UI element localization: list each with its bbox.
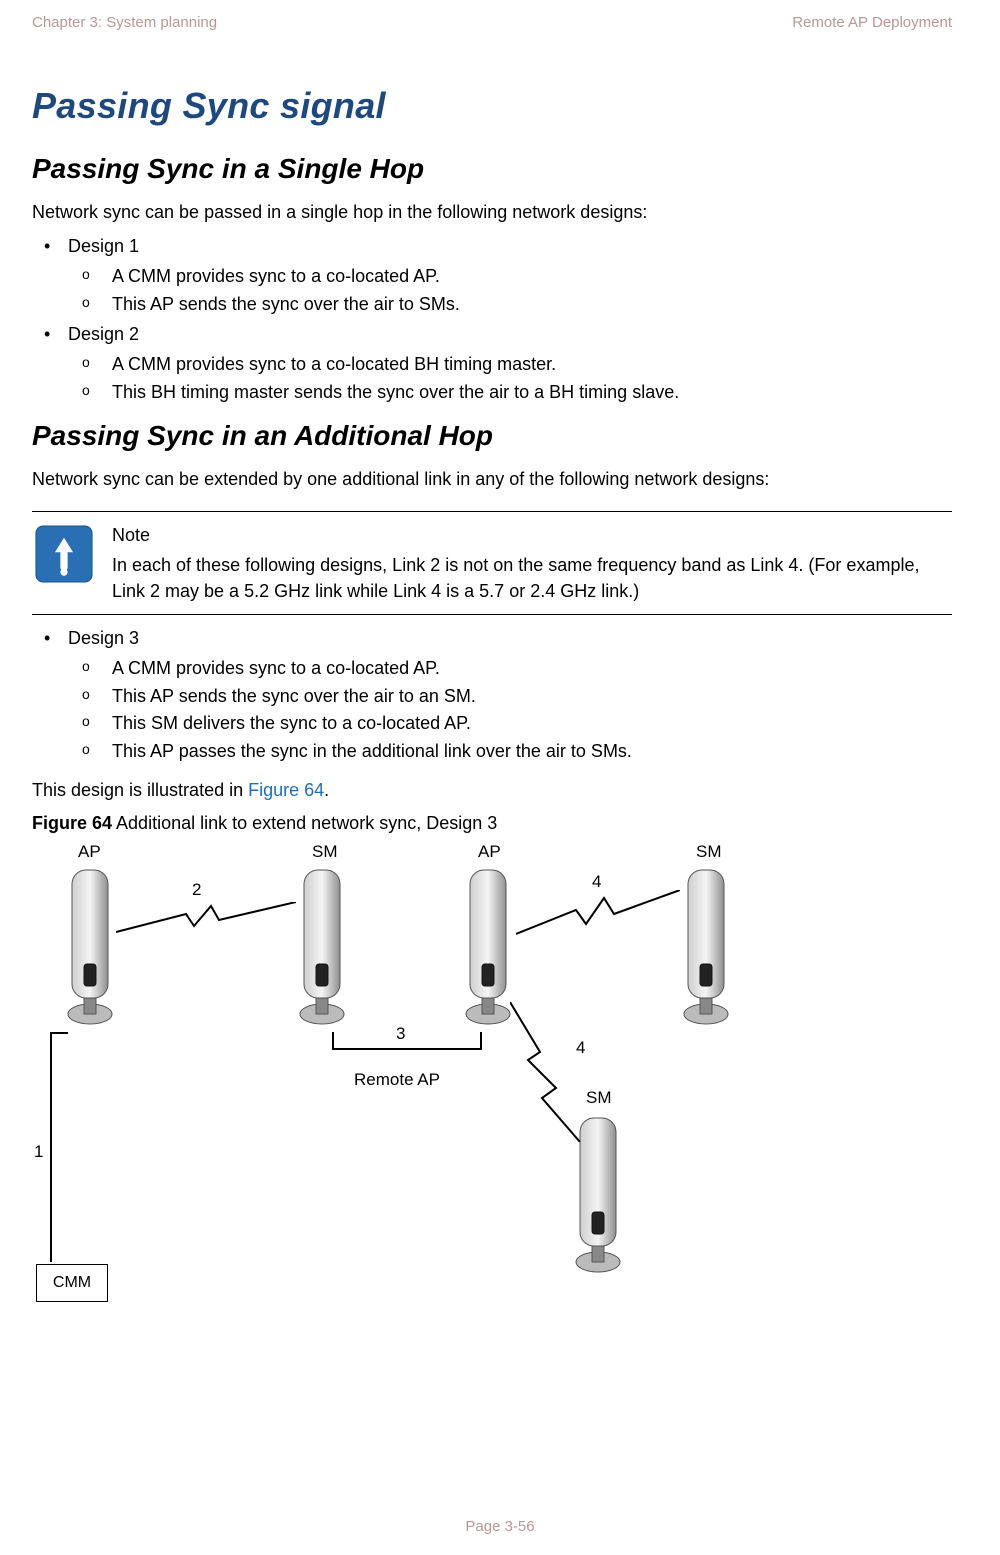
diagram-label-remote: Remote AP bbox=[354, 1070, 440, 1090]
link1-number: 1 bbox=[34, 1142, 43, 1162]
device-sm1-icon bbox=[296, 864, 348, 1034]
link1-stub bbox=[50, 1032, 68, 1034]
section1-heading: Passing Sync in a Single Hop bbox=[32, 153, 952, 185]
header-chapter: Chapter 3: System planning bbox=[32, 14, 217, 31]
link4a-number: 4 bbox=[592, 872, 601, 892]
design2-label: Design 2 bbox=[68, 324, 139, 344]
figure-caption-text: Additional link to extend network sync, … bbox=[112, 813, 497, 833]
figure-ref-link[interactable]: Figure 64 bbox=[248, 780, 324, 800]
ref-pre: This design is illustrated in bbox=[32, 780, 248, 800]
note-body: In each of these following designs, Link… bbox=[112, 552, 952, 604]
design3: Design 3 A CMM provides sync to a co-loc… bbox=[32, 625, 952, 766]
design2-item0: A CMM provides sync to a co-located BH t… bbox=[68, 351, 952, 379]
device-ap2-icon bbox=[462, 864, 514, 1034]
link4b-number: 4 bbox=[576, 1038, 585, 1058]
link3-line bbox=[332, 1048, 482, 1050]
link3-stub-left bbox=[332, 1032, 334, 1048]
section1-intro: Network sync can be passed in a single h… bbox=[32, 199, 952, 225]
link4a-wave-icon bbox=[516, 890, 680, 940]
note-title: Note bbox=[112, 522, 952, 548]
device-sm2-icon bbox=[680, 864, 732, 1034]
design-list-1: Design 1 A CMM provides sync to a co-loc… bbox=[32, 233, 952, 406]
design3-item0: A CMM provides sync to a co-located AP. bbox=[68, 655, 952, 683]
device-ap1-icon bbox=[64, 864, 116, 1034]
cmm-box: CMM bbox=[36, 1264, 108, 1302]
note-box: Note In each of these following designs,… bbox=[32, 511, 952, 615]
link2-number: 2 bbox=[192, 880, 201, 900]
figure-caption: Figure 64 Additional link to extend netw… bbox=[32, 813, 952, 834]
design1-label: Design 1 bbox=[68, 236, 139, 256]
diagram-label-sm2: SM bbox=[696, 842, 722, 862]
design1: Design 1 A CMM provides sync to a co-loc… bbox=[32, 233, 952, 319]
design2-item1: This BH timing master sends the sync ove… bbox=[68, 379, 952, 407]
page-number: Page 3-56 bbox=[0, 1518, 1000, 1535]
note-info-icon bbox=[32, 522, 96, 586]
figure-diagram: AP SM AP SM SM 1 2 3 Remote AP bbox=[32, 842, 792, 1302]
diagram-label-sm1: SM bbox=[312, 842, 338, 862]
link3-stub-right bbox=[480, 1032, 482, 1048]
link3-number: 3 bbox=[396, 1024, 405, 1044]
page-title: Passing Sync signal bbox=[32, 85, 952, 127]
design3-item2: This SM delivers the sync to a co-locate… bbox=[68, 710, 952, 738]
ref-post: . bbox=[324, 780, 329, 800]
design1-item0: A CMM provides sync to a co-located AP. bbox=[68, 263, 952, 291]
section2-heading: Passing Sync in an Additional Hop bbox=[32, 420, 952, 452]
figure-number: Figure 64 bbox=[32, 813, 112, 833]
design2: Design 2 A CMM provides sync to a co-loc… bbox=[32, 321, 952, 407]
figure-reference-line: This design is illustrated in Figure 64. bbox=[32, 780, 952, 801]
header-topic: Remote AP Deployment bbox=[792, 14, 952, 31]
design3-label: Design 3 bbox=[68, 628, 139, 648]
link4b-wave-icon bbox=[510, 1002, 590, 1142]
design3-item1: This AP sends the sync over the air to a… bbox=[68, 683, 952, 711]
diagram-label-ap1: AP bbox=[78, 842, 101, 862]
section2-intro: Network sync can be extended by one addi… bbox=[32, 466, 952, 492]
design-list-3: Design 3 A CMM provides sync to a co-loc… bbox=[32, 625, 952, 766]
diagram-label-ap2: AP bbox=[478, 842, 501, 862]
design3-item3: This AP passes the sync in the additiona… bbox=[68, 738, 952, 766]
design1-item1: This AP sends the sync over the air to S… bbox=[68, 291, 952, 319]
link2-wave-icon bbox=[116, 902, 296, 942]
link1-line bbox=[50, 1032, 52, 1262]
